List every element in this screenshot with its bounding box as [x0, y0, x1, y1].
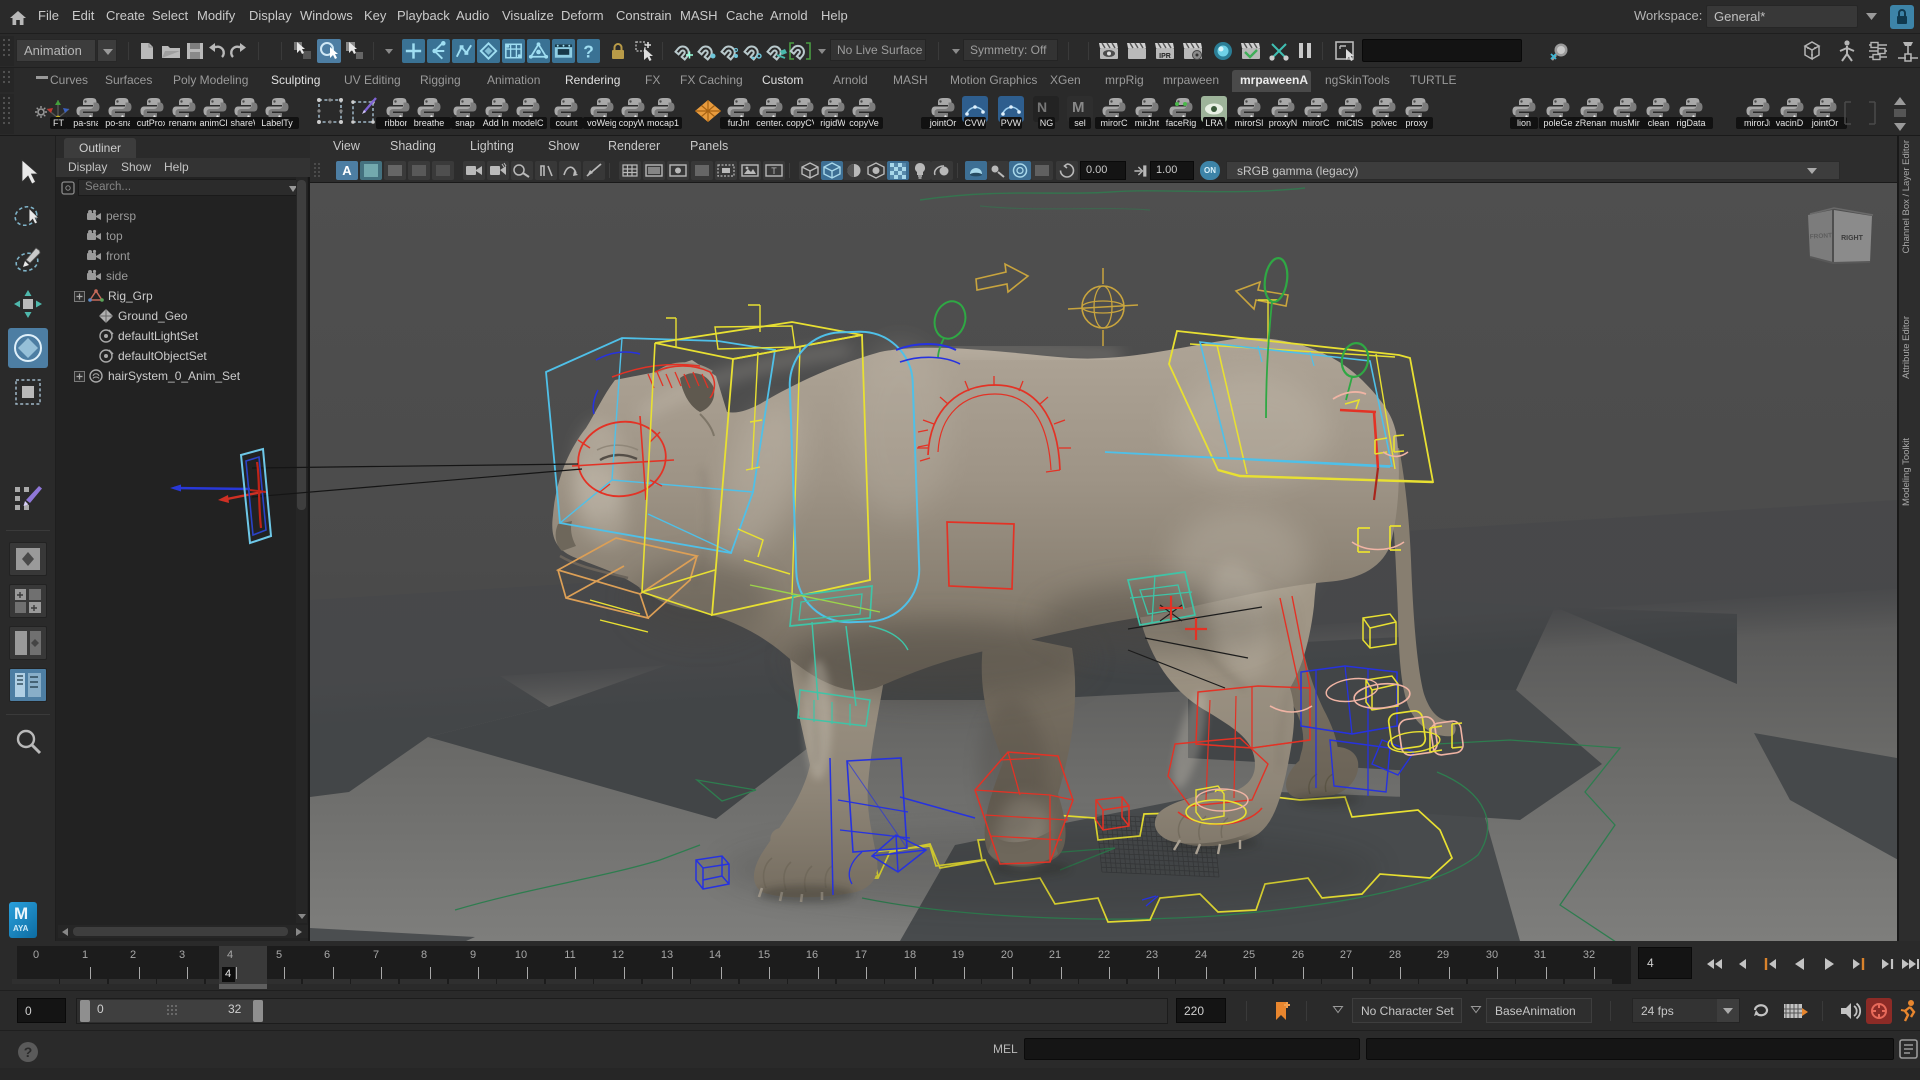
- svg-text:IPR: IPR: [1159, 53, 1171, 60]
- svg-text:T: T: [771, 166, 777, 176]
- svg-text:RIGHT: RIGHT: [1841, 235, 1864, 242]
- svg-text:?: ?: [24, 1044, 33, 1060]
- svg-text:?: ?: [583, 42, 594, 62]
